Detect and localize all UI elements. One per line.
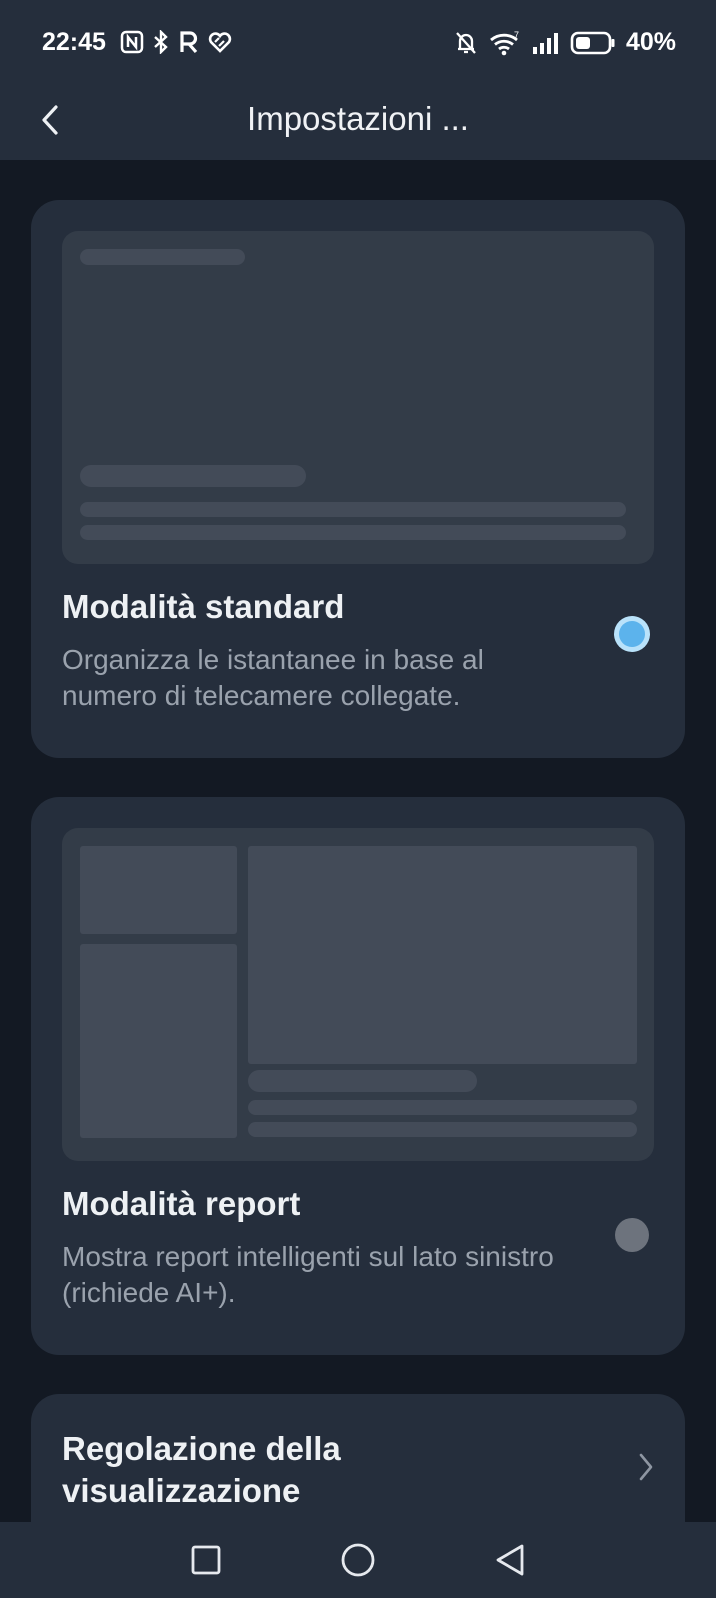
- heart-app-icon: [208, 32, 232, 53]
- mode-card-standard[interactable]: Modalità standard Organizza le istantane…: [31, 200, 685, 758]
- home-button[interactable]: [338, 1540, 378, 1580]
- preview-bar: [80, 525, 626, 540]
- display-adjustment-label: Regolazione della visualizzazione: [62, 1430, 341, 1509]
- status-left-icons: [120, 30, 232, 54]
- nfc-icon: [120, 30, 144, 54]
- r-app-icon: [180, 31, 198, 54]
- signal-icon: [532, 32, 558, 54]
- system-nav-bar: [0, 1522, 716, 1598]
- status-right-icons: 7 40%: [454, 28, 676, 57]
- mode-description: Mostra report intelligenti sul lato sini…: [62, 1241, 554, 1308]
- svg-text:7: 7: [514, 30, 519, 40]
- radio-selected[interactable]: [619, 621, 645, 647]
- preview-bar: [248, 1100, 637, 1115]
- circle-home-icon: [341, 1543, 375, 1577]
- status-time: 22:45: [42, 28, 106, 56]
- preview-block: [80, 846, 237, 934]
- back-nav-button[interactable]: [490, 1540, 530, 1580]
- page-title: Impostazioni ...: [247, 100, 469, 137]
- app-bar: Impostazioni ...: [0, 90, 716, 160]
- bell-muted-icon: [456, 31, 476, 54]
- preview-bar: [80, 249, 245, 265]
- preview-block: [80, 944, 237, 1138]
- battery-icon: [570, 31, 615, 54]
- preview-bar: [248, 1070, 477, 1092]
- status-bar: 22:45 7 40%: [0, 0, 716, 90]
- chevron-right-icon: [639, 1453, 653, 1481]
- report-mode-preview: [62, 828, 654, 1161]
- preview-bar: [80, 465, 306, 487]
- preview-block: [248, 846, 637, 1064]
- triangle-back-icon: [496, 1544, 524, 1576]
- mode-card-report[interactable]: Modalità report Mostra report intelligen…: [31, 797, 685, 1355]
- preview-bar: [248, 1122, 637, 1137]
- preview-bar: [80, 502, 626, 517]
- mode-description: Organizza le istantanee in base al numer…: [62, 644, 484, 711]
- square-recents-icon: [191, 1545, 221, 1575]
- wifi-icon: 7: [490, 30, 519, 55]
- standard-mode-preview: [62, 231, 654, 564]
- bluetooth-icon: [154, 30, 168, 54]
- battery-percent: 40%: [625, 28, 676, 56]
- radio-unselected[interactable]: [615, 1218, 649, 1252]
- mode-title: Modalità report: [62, 1185, 301, 1222]
- recents-button[interactable]: [186, 1540, 226, 1580]
- mode-title: Modalità standard: [62, 588, 345, 625]
